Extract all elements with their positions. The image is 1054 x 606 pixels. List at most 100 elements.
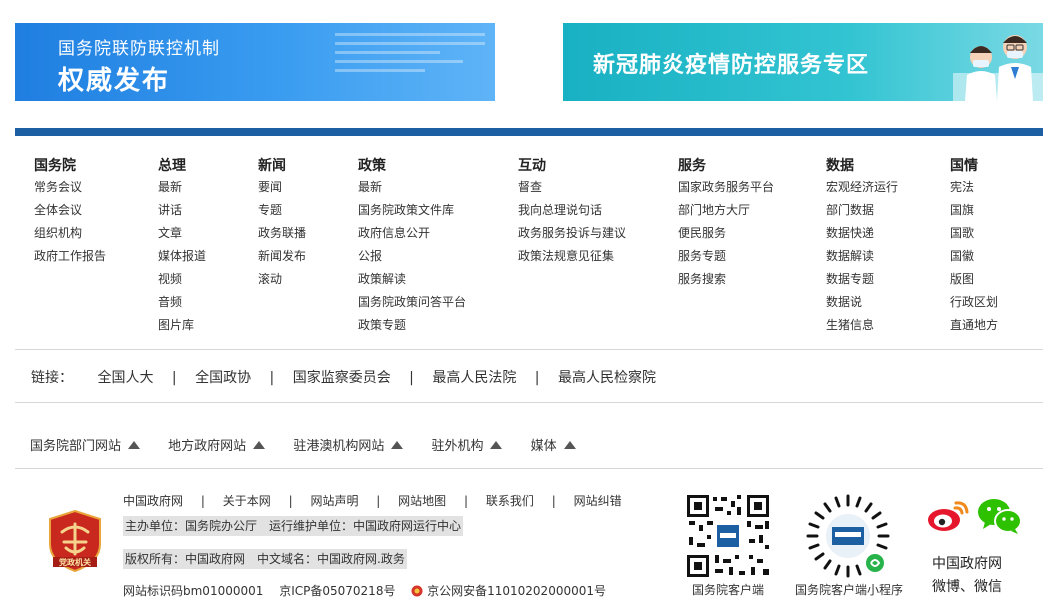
nav-link[interactable]: 政务服务投诉与建议 [518, 224, 626, 247]
party-gov-emblem-icon[interactable]: 党政机关 [48, 510, 102, 572]
footer-link-correction[interactable]: 网站纠错 [574, 494, 622, 508]
nav-column-fuwu: 服务 国家政务服务平台 部门地方大厅 便民服务 服务专题 服务搜索 [678, 156, 774, 293]
footer-link-contact[interactable]: 联系我们 [486, 494, 534, 508]
link-supreme-court[interactable]: 最高人民法院 [432, 367, 516, 387]
nav-link[interactable]: 政策法规意见征集 [518, 247, 626, 270]
nav-link[interactable]: 公报 [358, 247, 466, 270]
nav-link[interactable]: 部门地方大厅 [678, 201, 774, 224]
nav-heading[interactable]: 国务院 [34, 156, 106, 176]
nav-link[interactable]: 服务搜索 [678, 270, 774, 293]
nav-link[interactable]: 督查 [518, 178, 626, 201]
nav-link[interactable]: 国务院政策问答平台 [358, 293, 466, 316]
dropdown-overseas-sites[interactable]: 驻外机构 [431, 435, 503, 454]
nav-link[interactable]: 数据专题 [826, 270, 898, 293]
nav-link[interactable]: 版图 [950, 270, 998, 293]
nav-link[interactable]: 媒体报道 [158, 247, 206, 270]
nav-heading[interactable]: 政策 [358, 156, 466, 176]
divider [15, 402, 1043, 403]
nav-link[interactable]: 政策专题 [358, 316, 466, 339]
nav-link[interactable]: 常务会议 [34, 178, 106, 201]
banner-title: 新冠肺炎疫情防控服务专区 [593, 53, 870, 78]
nav-link[interactable]: 新闻发布 [258, 247, 306, 270]
nav-link[interactable]: 滚动 [258, 270, 306, 293]
link-supreme-procuratorate[interactable]: 最高人民检察院 [558, 367, 656, 387]
dropdown-label: 媒体 [530, 439, 557, 454]
nav-link[interactable]: 宪法 [950, 178, 998, 201]
nav-heading[interactable]: 服务 [678, 156, 774, 176]
nav-link[interactable]: 讲话 [158, 201, 206, 224]
nav-link[interactable]: 数据解读 [826, 247, 898, 270]
nav-link[interactable]: 专题 [258, 201, 306, 224]
nav-link[interactable]: 生猪信息 [826, 316, 898, 339]
police-record-link[interactable]: 京公网安备11010202000001号 [427, 584, 606, 598]
joint-prevention-banner[interactable]: 国务院联防联控机制 权威发布 [15, 23, 495, 101]
social-caption-line1: 中国政府网 [932, 556, 1002, 572]
caret-up-icon [391, 441, 404, 449]
caret-up-icon [253, 441, 266, 449]
nav-link[interactable]: 最新 [358, 178, 466, 201]
nav-link[interactable]: 文章 [158, 224, 206, 247]
dropdown-label: 国务院部门网站 [30, 439, 122, 454]
nav-link[interactable]: 直通地方 [950, 316, 998, 339]
nav-link[interactable]: 视频 [158, 270, 206, 293]
footer-link-sitemap[interactable]: 网站地图 [398, 494, 446, 508]
nav-heading[interactable]: 新闻 [258, 156, 306, 176]
nav-link[interactable]: 国徽 [950, 247, 998, 270]
link-cppcc[interactable]: 全国政协 [195, 367, 251, 387]
site-dropdowns: 国务院部门网站 地方政府网站 驻港澳机构网站 驻外机构 媒体 [30, 435, 600, 454]
nav-heading[interactable]: 互动 [518, 156, 626, 176]
nav-heading[interactable]: 国情 [950, 156, 998, 176]
nav-link[interactable]: 部门数据 [826, 201, 898, 224]
nav-link[interactable]: 组织机构 [34, 224, 106, 247]
nav-column-zhengce: 政策 最新 国务院政策文件库 政府信息公开 公报 政策解读 国务院政策问答平台 … [358, 156, 466, 339]
related-links-bar: 链接： 全国人大 | 全国政协 | 国家监察委员会 | 最高人民法院 | 最高人… [31, 367, 656, 387]
footer-sponsor-row: 主办单位：国务院办公厅 运行维护单位：中国政府网运行中心 [123, 516, 464, 536]
footer-link-about[interactable]: 关于本网 [223, 494, 271, 508]
nav-link[interactable]: 政务联播 [258, 224, 306, 247]
nav-link[interactable]: 政策解读 [358, 270, 466, 293]
nav-column-guowuyuan: 国务院 常务会议 全体会议 组织机构 政府工作报告 [34, 156, 106, 270]
top-divider [15, 128, 1043, 136]
dropdown-media[interactable]: 媒体 [531, 435, 576, 454]
nav-link[interactable]: 全体会议 [34, 201, 106, 224]
nav-link[interactable]: 音频 [158, 293, 206, 316]
nav-link[interactable]: 最新 [158, 178, 206, 201]
dropdown-hk-macao-sites[interactable]: 驻港澳机构网站 [293, 435, 404, 454]
dropdown-department-sites[interactable]: 国务院部门网站 [30, 435, 141, 454]
nav-heading[interactable]: 总理 [158, 156, 206, 176]
nav-link[interactable]: 行政区划 [950, 293, 998, 316]
nav-link[interactable]: 数据快递 [826, 224, 898, 247]
icp-link[interactable]: 京ICP备05070218号 [279, 584, 395, 598]
nav-link[interactable]: 要闻 [258, 178, 306, 201]
dropdown-local-gov-sites[interactable]: 地方政府网站 [168, 435, 266, 454]
link-supervision-commission[interactable]: 国家监察委员会 [293, 367, 391, 387]
footer-separator: | [288, 494, 293, 508]
nav-link[interactable]: 国歌 [950, 224, 998, 247]
nav-link[interactable]: 图片库 [158, 316, 206, 339]
nav-link[interactable]: 国务院政策文件库 [358, 201, 466, 224]
weibo-icon[interactable] [926, 497, 971, 533]
footer-link-home[interactable]: 中国政府网 [123, 494, 183, 508]
social-caption-line2: 微博、微信 [932, 579, 1002, 595]
nav-link[interactable]: 宏观经济运行 [826, 178, 898, 201]
footer-separator: | [551, 494, 556, 508]
wechat-icon[interactable] [977, 497, 1023, 535]
covid-service-banner[interactable]: 新冠肺炎疫情防控服务专区 [563, 23, 1043, 101]
nav-link[interactable]: 国家政务服务平台 [678, 178, 774, 201]
footer-link-statement[interactable]: 网站声明 [310, 494, 358, 508]
nav-link[interactable]: 便民服务 [678, 224, 774, 247]
nav-link[interactable]: 政府信息公开 [358, 224, 466, 247]
banner-subtitle: 国务院联防联控机制 [58, 39, 220, 59]
nav-heading[interactable]: 数据 [826, 156, 898, 176]
link-npc[interactable]: 全国人大 [97, 367, 153, 387]
nav-link[interactable]: 服务专题 [678, 247, 774, 270]
nav-link[interactable]: 数据说 [826, 293, 898, 316]
nav-link[interactable]: 政府工作报告 [34, 247, 106, 270]
police-badge-icon [411, 584, 423, 598]
link-separator: | [409, 370, 414, 386]
nav-link[interactable]: 我向总理说句话 [518, 201, 626, 224]
site-id-text: 网站标识码bm01000001 [123, 584, 264, 598]
nav-column-zongli: 总理 最新 讲话 文章 媒体报道 视频 音频 图片库 [158, 156, 206, 339]
divider [15, 468, 1043, 469]
nav-link[interactable]: 国旗 [950, 201, 998, 224]
